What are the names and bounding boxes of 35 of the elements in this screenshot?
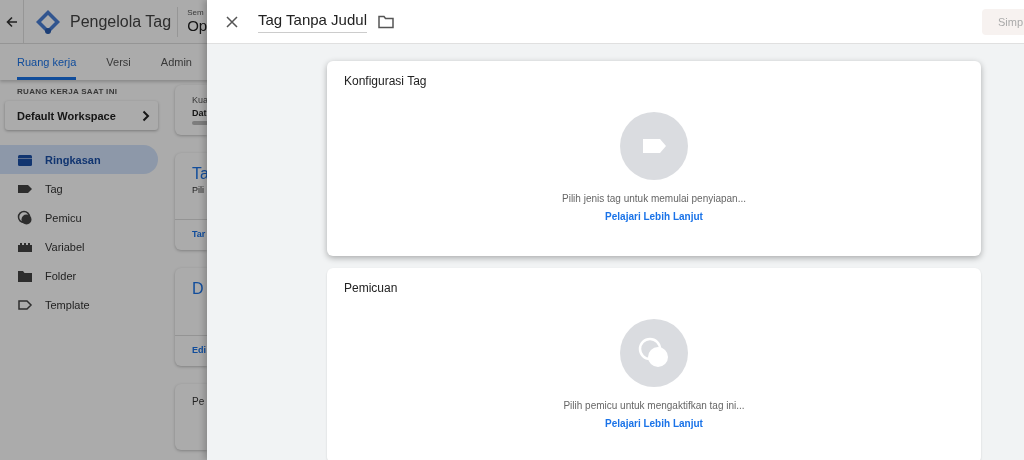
container-name: Op — [187, 17, 208, 35]
folder-icon — [17, 268, 33, 283]
close-icon[interactable] — [226, 15, 238, 28]
tag-icon — [17, 182, 33, 195]
section-hint: Pilih pemicu untuk mengaktifkan tag ini... — [563, 400, 745, 411]
learn-more-link[interactable]: Pelajari Lebih Lanjut — [605, 418, 703, 429]
sidebar-item[interactable]: Tag — [0, 174, 158, 203]
diamond-logo-icon — [35, 8, 61, 35]
sidebar-item[interactable]: Ringkasan — [0, 145, 158, 174]
tag-outline-icon — [17, 298, 33, 311]
sidebar-item[interactable]: Pemicu — [0, 203, 158, 232]
section-hint: Pilih jenis tag untuk memulai penyiapan... — [562, 193, 746, 204]
section-heading: Pemicuan — [344, 281, 399, 295]
workspace-selector[interactable]: Default Workspace — [5, 101, 158, 130]
tab[interactable]: Admin — [160, 47, 192, 80]
card-title: Pe — [192, 395, 206, 407]
container-caption: Sem — [187, 8, 205, 17]
section-heading: Konfigurasi Tag — [344, 74, 428, 88]
sidebar-item[interactable]: Template — [0, 290, 158, 319]
card-caption: Kua — [192, 94, 207, 105]
card-title: D — [192, 280, 204, 299]
tag-name-field[interactable]: Tag Tanpa Judul — [258, 10, 367, 33]
card-value: Dat — [192, 107, 207, 118]
app-title: Pengelola Tag — [70, 6, 179, 37]
card-text: Pili — [192, 184, 204, 195]
learn-more-link[interactable]: Pelajari Lebih Lanjut — [605, 211, 703, 222]
block-icon — [17, 240, 33, 253]
sidebar-item[interactable]: Folder — [0, 261, 158, 290]
folder-icon[interactable] — [378, 14, 394, 29]
tab[interactable]: Versi — [106, 47, 131, 80]
trigger-icon — [17, 209, 33, 226]
briefcase-icon — [17, 152, 33, 167]
workspace-caption: RUANG KERJA SAAT INI — [17, 87, 119, 96]
sidebar-item[interactable]: Variabel — [0, 232, 158, 261]
chevron-right-icon — [142, 109, 150, 122]
